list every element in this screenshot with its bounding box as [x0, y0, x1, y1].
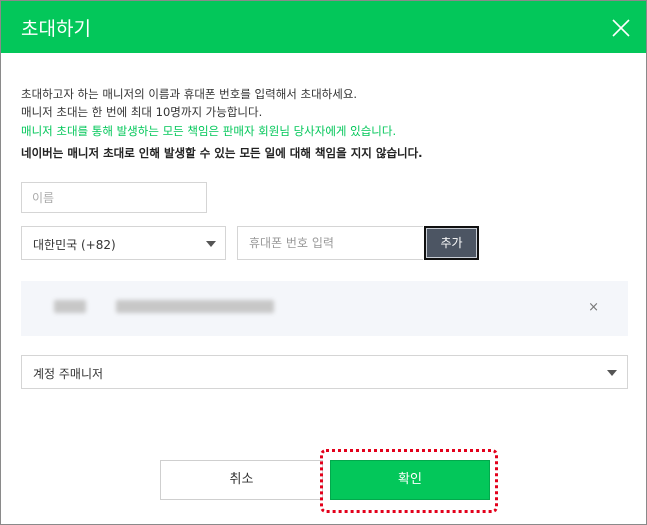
dialog-title: 초대하기: [21, 18, 91, 40]
responsibility-notice: 매니저 초대를 통해 발생하는 모든 책임은 판매자 회원님 당사자에게 있습니…: [21, 124, 397, 138]
cancel-button[interactable]: 취소: [160, 460, 323, 500]
confirm-button[interactable]: 확인: [330, 460, 490, 500]
country-code-select[interactable]: 대한민국 (+82): [21, 226, 226, 260]
blurred-name: [54, 300, 86, 313]
remove-entry-icon[interactable]: ×: [588, 300, 599, 315]
dialog-header: 초대하기: [1, 1, 646, 53]
disclaimer-notice: 네이버는 매니저 초대로 인해 발생할 수 있는 모든 일에 대해 책임을 지지…: [21, 146, 423, 160]
chevron-down-icon: [607, 370, 617, 376]
manager-role-select[interactable]: 계정 주매니저: [21, 355, 628, 389]
manager-role-value: 계정 주매니저: [33, 367, 104, 381]
country-code-value: 대한민국 (+82): [33, 238, 116, 252]
add-button[interactable]: 추가: [424, 226, 479, 260]
blurred-phone-number: [116, 300, 274, 313]
close-icon[interactable]: [612, 19, 630, 37]
chevron-down-icon: [206, 241, 216, 247]
description-line-1: 초대하고자 하는 매니저의 이름과 휴대폰 번호를 입력해서 초대하세요.: [21, 87, 358, 101]
description-line-2: 매니저 초대는 한 번에 최대 10명까지 가능합니다.: [21, 105, 263, 119]
phone-number-input[interactable]: [237, 226, 423, 260]
name-input[interactable]: [21, 182, 207, 213]
invited-manager-entry: ×: [21, 281, 628, 336]
invite-dialog: 초대하기 초대하고자 하는 매니저의 이름과 휴대폰 번호를 입력해서 초대하세…: [0, 0, 647, 525]
